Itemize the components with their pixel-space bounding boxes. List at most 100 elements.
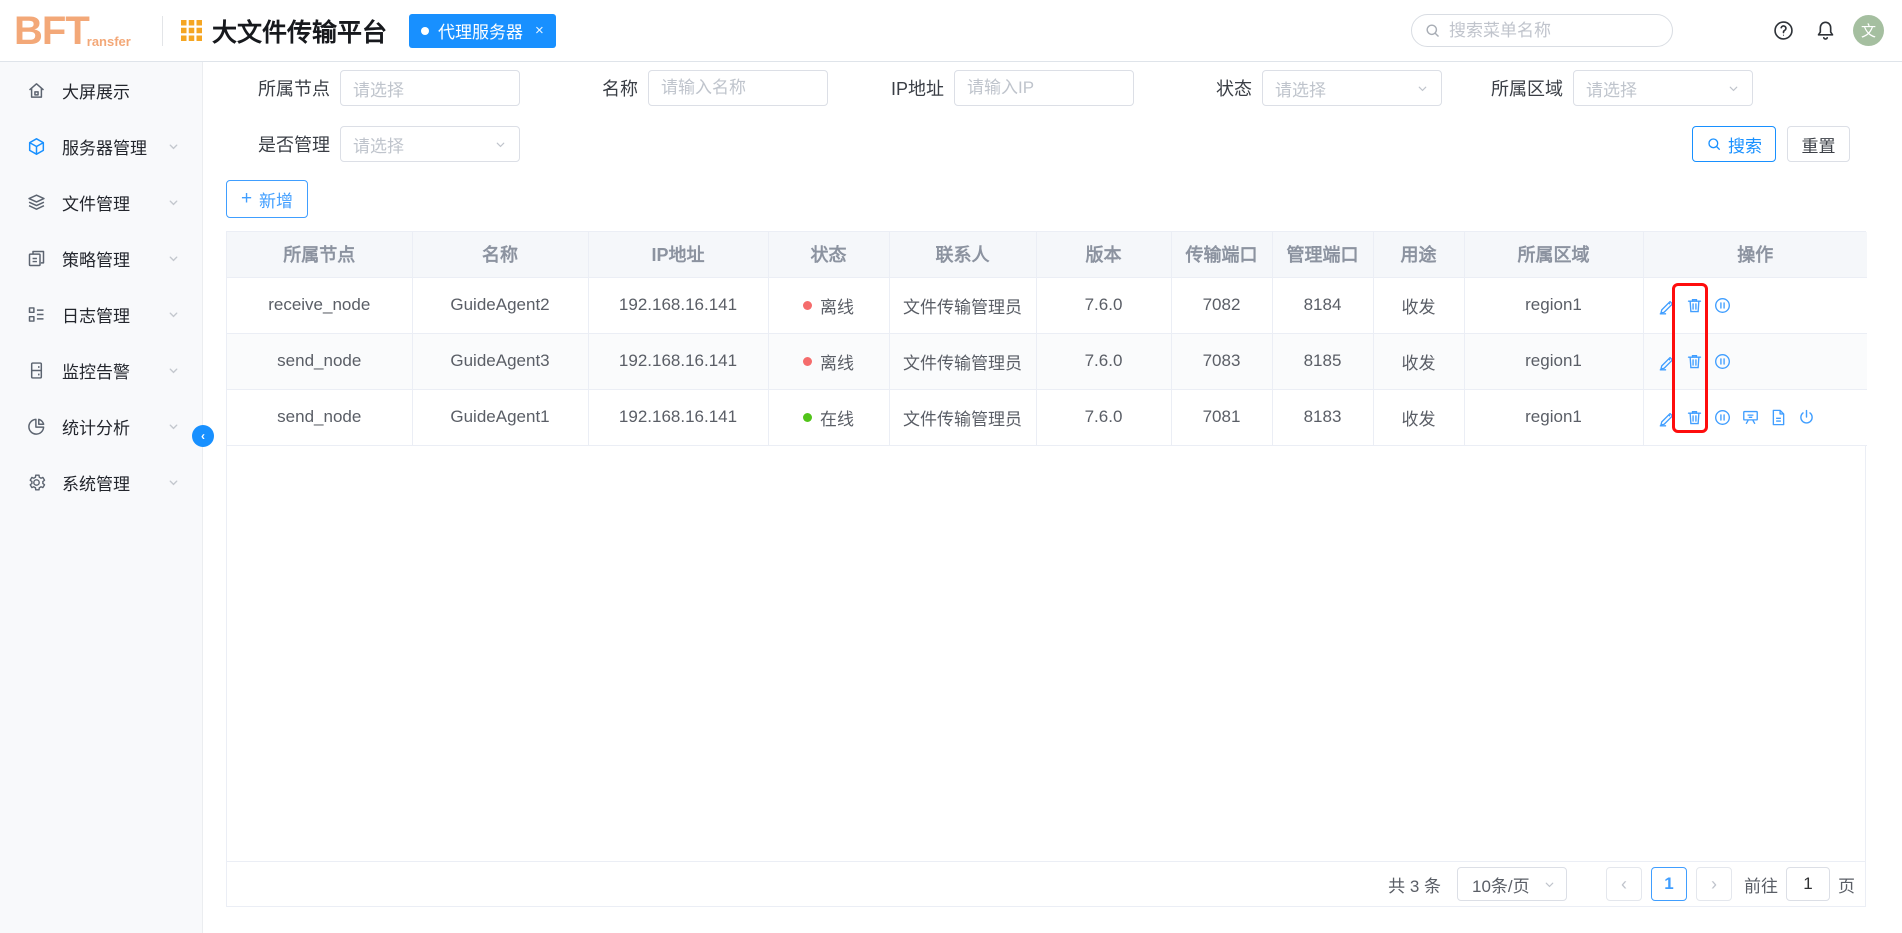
page-title: 大文件传输平台 bbox=[212, 18, 388, 47]
page-unit-label: 页 bbox=[1838, 876, 1855, 896]
cell-transfer-port: 7082 bbox=[1171, 277, 1273, 334]
filter-status-select[interactable]: 请选择 bbox=[1262, 70, 1442, 106]
filter-ip-input[interactable] bbox=[954, 70, 1134, 106]
grid-icon bbox=[181, 20, 202, 41]
status-badge: 离线 bbox=[820, 297, 854, 317]
filter-region-label: 所属区域 bbox=[1491, 79, 1563, 99]
cell-name: GuideAgent1 bbox=[412, 389, 589, 446]
status-badge: 离线 bbox=[820, 353, 854, 373]
table-header-row: 所属节点 名称 IP地址 状态 联系人 版本 传输端口 管理端口 用途 所属区域… bbox=[227, 232, 1867, 278]
col-actions: 操作 bbox=[1643, 232, 1867, 278]
sidebar-item-label: 系统管理 bbox=[62, 474, 130, 494]
filter-node: 所属节点 请选择 bbox=[226, 70, 520, 106]
table-empty-area bbox=[227, 445, 1865, 861]
cell-name: GuideAgent2 bbox=[412, 277, 589, 334]
goto-page-input[interactable] bbox=[1786, 867, 1830, 901]
cell-contact: 文件传输管理员 bbox=[889, 333, 1037, 390]
page-size-select[interactable]: 10条/页 bbox=[1457, 867, 1567, 901]
screen-icon[interactable] bbox=[1741, 407, 1761, 427]
filter-node-select[interactable]: 请选择 bbox=[340, 70, 520, 106]
policy-doc-icon bbox=[26, 248, 47, 269]
cell-manage-port: 8185 bbox=[1272, 333, 1374, 390]
edit-icon[interactable] bbox=[1657, 351, 1677, 371]
search-icon bbox=[1426, 24, 1440, 38]
page-number-1[interactable]: 1 bbox=[1651, 867, 1687, 901]
filter-node-label: 所属节点 bbox=[258, 79, 330, 99]
chevron-left-icon: ‹ bbox=[1621, 873, 1627, 894]
sidebar-item-policy-management[interactable]: 策略管理 bbox=[0, 230, 202, 286]
cell-status: 离线 bbox=[768, 277, 890, 334]
power-icon[interactable] bbox=[1797, 407, 1817, 427]
status-dot bbox=[803, 300, 812, 310]
next-page-button[interactable]: › bbox=[1696, 867, 1732, 901]
filter-name-input[interactable] bbox=[648, 70, 828, 106]
help-icon[interactable] bbox=[1771, 19, 1795, 43]
pause-icon[interactable] bbox=[1713, 295, 1733, 315]
chevron-down-icon bbox=[167, 196, 180, 209]
col-version: 版本 bbox=[1036, 232, 1172, 278]
edit-icon[interactable] bbox=[1657, 295, 1677, 315]
cell-ip: 192.168.16.141 bbox=[588, 277, 769, 334]
delete-icon[interactable] bbox=[1685, 295, 1705, 315]
col-status: 状态 bbox=[768, 232, 890, 278]
sidebar-item-file-management[interactable]: 文件管理 bbox=[0, 174, 202, 230]
table-row: send_node GuideAgent3 192.168.16.141 离线 … bbox=[227, 333, 1867, 390]
sidebar-item-label: 策略管理 bbox=[62, 250, 130, 270]
goto-label: 前往 bbox=[1744, 876, 1778, 896]
search-button[interactable]: 搜索 bbox=[1692, 126, 1776, 162]
prev-page-button[interactable]: ‹ bbox=[1606, 867, 1642, 901]
tab-proxy-server[interactable]: 代理服务器 × bbox=[409, 13, 556, 48]
data-table: 所属节点 名称 IP地址 状态 联系人 版本 传输端口 管理端口 用途 所属区域… bbox=[227, 232, 1867, 446]
filter-region-select[interactable]: 请选择 bbox=[1573, 70, 1753, 106]
data-table-container: 所属节点 名称 IP地址 状态 联系人 版本 传输端口 管理端口 用途 所属区域… bbox=[226, 231, 1867, 907]
col-node: 所属节点 bbox=[227, 232, 413, 278]
avatar-text: 文 bbox=[1860, 23, 1876, 40]
col-ip: IP地址 bbox=[588, 232, 769, 278]
avatar[interactable]: 文 bbox=[1853, 15, 1884, 46]
cell-transfer-port: 7081 bbox=[1171, 389, 1273, 446]
filter-managed-select[interactable]: 请选择 bbox=[340, 126, 520, 162]
menu-search-box[interactable] bbox=[1411, 14, 1673, 47]
reset-button[interactable]: 重置 bbox=[1787, 126, 1850, 162]
pause-icon[interactable] bbox=[1713, 351, 1733, 371]
menu-search-input[interactable] bbox=[1449, 20, 1660, 41]
sidebar-item-label: 日志管理 bbox=[62, 306, 130, 326]
filter-name-input-field[interactable] bbox=[661, 78, 815, 98]
cell-manage-port: 8184 bbox=[1272, 277, 1374, 334]
filter-region: 所属区域 请选择 bbox=[1465, 70, 1753, 106]
bell-icon[interactable] bbox=[1813, 19, 1837, 43]
pause-icon[interactable] bbox=[1713, 407, 1733, 427]
sidebar: 大屏展示 服务器管理 文件管理 策略管理 日志管理 监控告警 统计分析 系统管理 bbox=[0, 62, 203, 933]
cell-ip: 192.168.16.141 bbox=[588, 389, 769, 446]
edit-icon[interactable] bbox=[1657, 407, 1677, 427]
table-row: send_node GuideAgent1 192.168.16.141 在线 … bbox=[227, 389, 1867, 446]
cell-contact: 文件传输管理员 bbox=[889, 277, 1037, 334]
cell-region: region1 bbox=[1464, 333, 1644, 390]
cell-version: 7.6.0 bbox=[1036, 277, 1172, 334]
cell-node: send_node bbox=[227, 333, 413, 390]
col-region: 所属区域 bbox=[1464, 232, 1644, 278]
delete-icon[interactable] bbox=[1685, 351, 1705, 371]
cell-manage-port: 8183 bbox=[1272, 389, 1374, 446]
chevron-down-icon bbox=[167, 252, 180, 265]
filter-ip-input-field[interactable] bbox=[967, 78, 1121, 98]
sidebar-item-log-management[interactable]: 日志管理 bbox=[0, 286, 202, 342]
document-icon[interactable] bbox=[1769, 407, 1789, 427]
tab-close-icon[interactable]: × bbox=[535, 22, 544, 39]
add-button[interactable]: + 新增 bbox=[226, 180, 308, 218]
col-transfer-port: 传输端口 bbox=[1171, 232, 1273, 278]
sidebar-item-dashboard[interactable]: 大屏展示 bbox=[0, 62, 202, 118]
sidebar-item-server-management[interactable]: 服务器管理 bbox=[0, 118, 202, 174]
delete-icon[interactable] bbox=[1685, 407, 1705, 427]
sidebar-item-statistics[interactable]: 统计分析 bbox=[0, 398, 202, 454]
cell-usage: 收发 bbox=[1373, 333, 1465, 390]
sidebar-item-system-management[interactable]: 系统管理 bbox=[0, 454, 202, 510]
cell-region: region1 bbox=[1464, 277, 1644, 334]
monitor-alert-icon bbox=[26, 360, 47, 381]
files-layers-icon bbox=[26, 192, 47, 213]
cell-actions bbox=[1643, 389, 1867, 446]
sidebar-item-monitor-alert[interactable]: 监控告警 bbox=[0, 342, 202, 398]
cell-status: 在线 bbox=[768, 389, 890, 446]
cell-node: send_node bbox=[227, 389, 413, 446]
sidebar-collapse-toggle[interactable]: ‹ bbox=[192, 425, 214, 447]
